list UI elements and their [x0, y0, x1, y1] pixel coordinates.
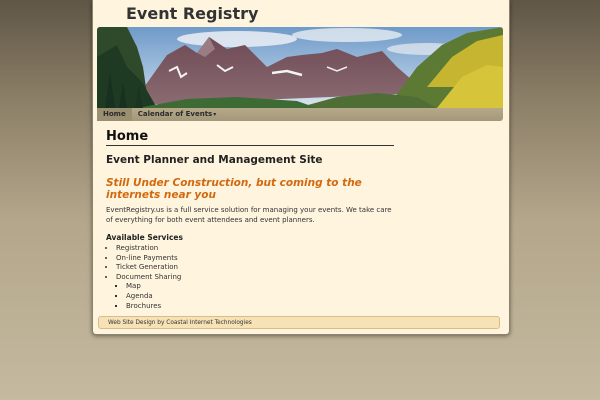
document-sharing-sublist: Map Agenda Brochures — [116, 282, 394, 311]
list-item: On-line Payments — [116, 254, 394, 264]
list-item-label: Document Sharing — [116, 272, 182, 281]
footer-designer-link[interactable]: Coastal Internet Technologies — [166, 320, 252, 326]
list-item: Brochures — [126, 302, 394, 312]
footer: Web Site Design by Coastal Internet Tech… — [98, 316, 500, 329]
construction-notice: Still Under Construction, but coming to … — [106, 177, 362, 201]
services-list: Registration On-line Payments Ticket Gen… — [106, 244, 394, 311]
mountain-landscape-image — [97, 27, 503, 108]
nav-home[interactable]: Home — [97, 108, 132, 121]
site-title[interactable]: Event Registry — [126, 4, 258, 23]
main-content: Home Event Planner and Management Site S… — [106, 129, 394, 311]
header-banner-image — [97, 27, 503, 108]
list-item: Map — [126, 282, 394, 292]
list-item: Agenda — [126, 292, 394, 302]
page-container: Event Registry Home Calendar of Events▾ … — [92, 0, 510, 335]
nav-calendar-of-events[interactable]: Calendar of Events▾ — [132, 108, 223, 121]
intro-paragraph: EventRegistry.us is a full service solut… — [106, 206, 392, 224]
list-item-document-sharing: Document Sharing Map Agenda Brochures — [116, 273, 394, 311]
nav-home-label: Home — [103, 110, 126, 118]
nav-calendar-label: Calendar of Events — [137, 110, 213, 118]
list-item: Ticket Generation — [116, 263, 394, 273]
list-item: Registration — [116, 244, 394, 254]
main-navigation: Home Calendar of Events▾ — [97, 108, 503, 121]
caret-down-icon: ▾ — [213, 111, 217, 118]
services-heading: Available Services — [106, 233, 183, 242]
page-heading: Home — [106, 129, 394, 146]
site-subheading: Event Planner and Management Site — [106, 154, 323, 166]
footer-credit-text: Web Site Design by — [108, 320, 167, 326]
